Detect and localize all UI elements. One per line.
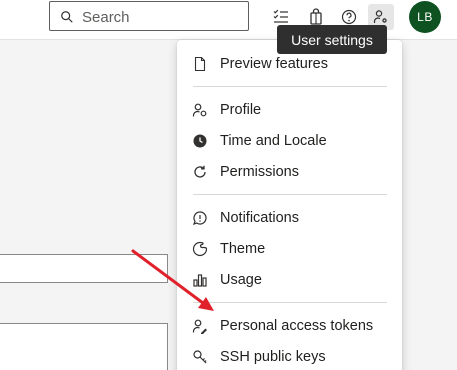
menu-item-label: Preview features: [220, 56, 328, 72]
menu-item-time-and-locale[interactable]: Time and Locale: [177, 126, 402, 156]
menu-item-label: Time and Locale: [220, 133, 327, 149]
menu-item-label: Theme: [220, 241, 266, 257]
person-key-icon: [192, 319, 207, 334]
theme-icon: [192, 241, 208, 257]
menu-item-personal-access-tokens[interactable]: Personal access tokens: [177, 311, 402, 341]
menu-item-permissions[interactable]: Permissions: [177, 157, 402, 187]
checklist-icon: [273, 9, 288, 23]
menu-item-label: Notifications: [220, 210, 299, 226]
menu-item-profile[interactable]: Profile: [177, 95, 402, 125]
profile-icon: [192, 103, 207, 117]
search-box[interactable]: Search: [49, 1, 249, 31]
chat-bubble-icon: [192, 211, 207, 226]
bar-chart-icon: [193, 274, 207, 287]
search-placeholder: Search: [82, 9, 130, 26]
menu-item-label: Permissions: [220, 164, 299, 180]
menu-item-usage[interactable]: Usage: [177, 265, 402, 295]
clock-globe-icon: [193, 134, 207, 148]
refresh-icon: [194, 165, 206, 178]
menu-item-ssh-public-keys[interactable]: SSH public keys: [177, 342, 402, 370]
menu-item-label: Profile: [220, 102, 262, 118]
text-area[interactable]: [0, 323, 168, 370]
key-icon: [193, 350, 207, 364]
divider: [193, 302, 387, 303]
top-bar: Search LB: [0, 0, 457, 40]
help-icon: [341, 9, 357, 25]
menu-item-label: Usage: [220, 272, 262, 288]
search-icon: [61, 11, 73, 23]
user-settings-tooltip: User settings: [277, 25, 387, 54]
shopping-bag-icon: [310, 8, 322, 25]
menu-item-notifications[interactable]: Notifications: [177, 203, 402, 233]
user-gear-icon: [373, 10, 387, 23]
menu-item-label: Personal access tokens: [220, 318, 374, 334]
divider: [193, 86, 387, 87]
text-input[interactable]: [0, 254, 168, 283]
menu-item-label: SSH public keys: [220, 349, 326, 365]
menu-item-theme[interactable]: Theme: [177, 234, 402, 264]
user-settings-menu: Preview features Profile Time and Locale…: [177, 40, 402, 370]
avatar[interactable]: LB: [409, 1, 441, 33]
document-icon: [194, 56, 206, 72]
divider: [193, 194, 387, 195]
